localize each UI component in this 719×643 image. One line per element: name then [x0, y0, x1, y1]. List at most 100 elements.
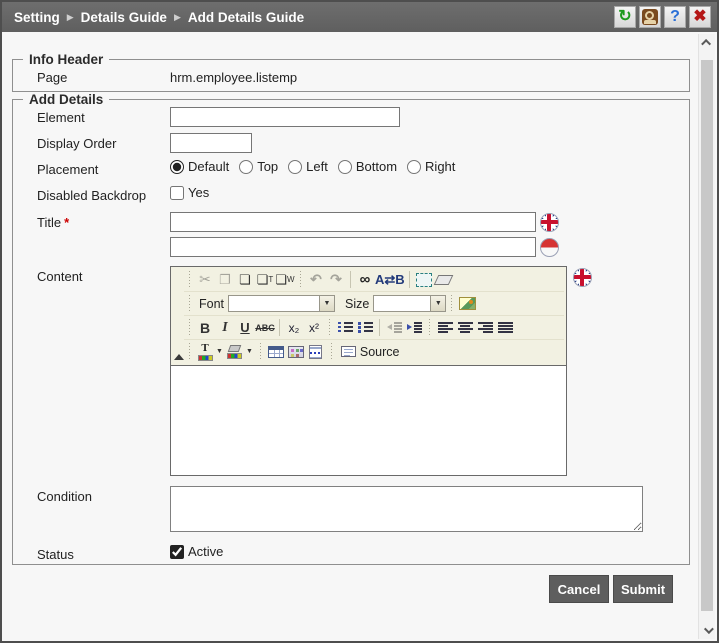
toolbar-grip — [329, 343, 333, 360]
strikethrough-icon[interactable]: ABC — [255, 318, 275, 338]
bulleted-list-icon[interactable] — [355, 318, 375, 338]
status-row: Status Active — [13, 544, 689, 562]
content-editor-area[interactable] — [171, 365, 566, 475]
scrollbar-thumb[interactable] — [701, 60, 713, 611]
font-label: Font — [199, 296, 225, 311]
insert-table-icon[interactable] — [266, 342, 286, 362]
placement-option-label: Top — [257, 159, 279, 174]
text-color-icon[interactable]: T — [195, 342, 215, 362]
subscript-icon[interactable]: x₂ — [284, 318, 304, 338]
title-english-input[interactable] — [170, 212, 536, 232]
paste-as-plain-text-icon[interactable]: ❏ T — [255, 270, 275, 290]
vertical-scrollbar[interactable] — [698, 34, 715, 639]
display-order-input[interactable] — [170, 133, 252, 153]
disabled-backdrop-option-label: Yes — [188, 185, 210, 200]
content-row: Content ✂ ❐ ❏ ❏ T ❏ W ↶ ↷ ∞ A⇄B Font ▼ S… — [13, 266, 689, 476]
refresh-button[interactable]: ↻ — [614, 6, 636, 28]
placement-option-label: Default — [188, 159, 230, 174]
breadcrumb-setting[interactable]: Setting — [14, 10, 60, 25]
font-dropdown[interactable]: ▼ — [228, 295, 336, 312]
breadcrumb-add-details-guide[interactable]: Add Details Guide — [188, 10, 304, 25]
toolbar-grip — [450, 295, 454, 312]
disabled-backdrop-checkbox[interactable] — [170, 185, 184, 200]
breadcrumb-bar: Setting ▶ Details Guide ▶ Add Details Gu… — [2, 2, 717, 32]
italic-icon[interactable]: I — [215, 318, 235, 338]
condition-label: Condition — [37, 489, 92, 504]
condition-row: Condition — [13, 486, 689, 532]
collapse-toolbar-icon[interactable] — [174, 354, 184, 360]
remove-format-icon[interactable] — [433, 270, 454, 290]
source-icon — [340, 346, 356, 357]
element-input[interactable] — [170, 107, 400, 127]
insert-image-icon[interactable] — [457, 294, 477, 314]
placement-option-label: Left — [306, 159, 328, 174]
select-all-icon[interactable] — [414, 270, 434, 290]
universal-keyboard-icon[interactable] — [286, 342, 306, 362]
copy-icon[interactable]: ❐ — [215, 270, 235, 290]
source-button[interactable]: Source — [337, 344, 404, 360]
element-label: Element — [37, 110, 85, 125]
status-option-label: Active — [188, 544, 224, 559]
toolbar-separator — [408, 271, 410, 288]
help-icon: ? — [670, 8, 680, 25]
align-center-icon[interactable] — [455, 318, 475, 338]
paste-from-word-icon[interactable]: ❏ W — [275, 270, 295, 290]
placement-radio-right[interactable] — [407, 159, 422, 174]
cancel-button[interactable]: Cancel — [549, 575, 609, 603]
placement-radio-top[interactable] — [239, 159, 254, 174]
refresh-icon: ↻ — [618, 8, 632, 25]
page-break-icon[interactable] — [306, 342, 326, 362]
toolbar-grip — [188, 319, 191, 336]
page-label: Page — [37, 70, 68, 85]
text-color-dropdown-arrow-icon[interactable]: ▼ — [216, 348, 223, 355]
disabled-backdrop-label: Disabled Backdrop — [37, 188, 147, 203]
placement-radio-left[interactable] — [288, 159, 303, 174]
scroll-down-button[interactable] — [699, 622, 715, 639]
increase-indent-icon[interactable] — [404, 318, 424, 338]
footer-buttons: Cancel Submit — [12, 575, 673, 603]
title-indonesian-input[interactable] — [170, 237, 536, 257]
toolbar-grip — [328, 319, 331, 336]
toolbar-row-3: B I U ABC x₂ x² — [184, 316, 564, 340]
status-label: Status — [37, 547, 74, 562]
align-right-icon[interactable] — [475, 318, 495, 338]
find-icon[interactable]: ∞ — [355, 270, 375, 290]
align-left-icon[interactable] — [435, 318, 455, 338]
close-button[interactable]: ✖ — [689, 6, 711, 28]
chevron-up-icon — [700, 38, 711, 49]
dropdown-arrow-icon: ▼ — [320, 295, 336, 312]
undo-icon[interactable]: ↶ — [306, 270, 326, 290]
superscript-icon[interactable]: x² — [304, 318, 324, 338]
placement-radio-default[interactable] — [170, 159, 184, 174]
breadcrumb-details-guide[interactable]: Details Guide — [81, 10, 167, 25]
dropdown-arrow-icon: ▼ — [431, 295, 447, 312]
paste-icon[interactable]: ❏ — [235, 270, 255, 290]
condition-textarea[interactable] — [170, 486, 643, 532]
decrease-indent-icon[interactable] — [384, 318, 404, 338]
english-flag-icon — [540, 212, 559, 232]
rich-text-editor: ✂ ❐ ❏ ❏ T ❏ W ↶ ↷ ∞ A⇄B Font ▼ Size ▼ B … — [170, 266, 567, 476]
background-color-dropdown-arrow-icon[interactable]: ▼ — [246, 348, 253, 355]
cut-icon[interactable]: ✂ — [195, 270, 215, 290]
add-details-legend: Add Details — [29, 92, 104, 107]
toolbar-separator — [350, 271, 351, 288]
numbered-list-icon[interactable] — [335, 318, 355, 338]
replace-icon[interactable]: A⇄B — [375, 270, 405, 290]
toolbar-grip — [299, 271, 302, 288]
display-order-row: Display Order — [13, 133, 689, 153]
status-active-checkbox[interactable] — [170, 544, 184, 559]
help-button[interactable]: ? — [664, 6, 686, 28]
profile-button[interactable] — [639, 6, 661, 28]
info-header-section: Info Header Page hrm.employee.listemp — [12, 52, 690, 92]
submit-button[interactable]: Submit — [613, 575, 673, 603]
scroll-up-button[interactable] — [699, 34, 715, 51]
breadcrumb: Setting ▶ Details Guide ▶ Add Details Gu… — [14, 10, 304, 25]
redo-icon[interactable]: ↷ — [326, 270, 346, 290]
placement-radio-bottom[interactable] — [337, 159, 352, 174]
breadcrumb-separator-icon: ▶ — [173, 11, 181, 22]
size-dropdown[interactable]: ▼ — [373, 295, 447, 312]
bold-icon[interactable]: B — [195, 318, 215, 338]
background-color-icon[interactable] — [225, 342, 245, 362]
align-justify-icon[interactable] — [495, 318, 515, 338]
underline-icon[interactable]: U — [235, 318, 255, 338]
